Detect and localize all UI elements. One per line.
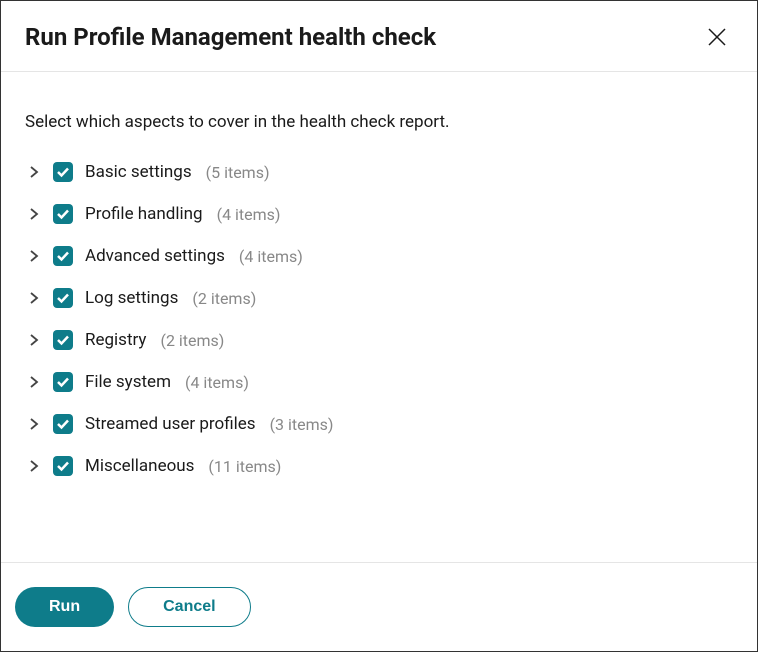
expand-toggle[interactable]: [25, 457, 43, 475]
checkmark-icon: [56, 249, 70, 263]
close-button[interactable]: [701, 21, 733, 53]
checkbox[interactable]: [53, 246, 73, 266]
item-count: (2 items): [160, 331, 224, 350]
list-item: Miscellaneous (11 items): [25, 456, 733, 476]
chevron-right-icon: [29, 417, 39, 431]
list-item: Registry (2 items): [25, 330, 733, 350]
dialog-header: Run Profile Management health check: [1, 1, 757, 72]
expand-toggle[interactable]: [25, 163, 43, 181]
cancel-button[interactable]: Cancel: [128, 587, 250, 627]
item-count: (4 items): [217, 205, 281, 224]
expand-toggle[interactable]: [25, 415, 43, 433]
item-count: (5 items): [206, 163, 270, 182]
dialog-content: Select which aspects to cover in the hea…: [1, 72, 757, 562]
chevron-right-icon: [29, 249, 39, 263]
item-label: File system: [85, 372, 171, 392]
chevron-right-icon: [29, 291, 39, 305]
list-item: Streamed user profiles (3 items): [25, 414, 733, 434]
item-list: Basic settings (5 items) Profile handlin…: [25, 162, 733, 476]
checkbox[interactable]: [53, 372, 73, 392]
checkbox[interactable]: [53, 162, 73, 182]
item-label: Miscellaneous: [85, 456, 194, 476]
list-item: Log settings (2 items): [25, 288, 733, 308]
item-count: (4 items): [239, 247, 303, 266]
item-count: (3 items): [270, 415, 334, 434]
expand-toggle[interactable]: [25, 373, 43, 391]
checkmark-icon: [56, 333, 70, 347]
checkbox[interactable]: [53, 414, 73, 434]
checkbox[interactable]: [53, 330, 73, 350]
expand-toggle[interactable]: [25, 289, 43, 307]
expand-toggle[interactable]: [25, 331, 43, 349]
item-label: Streamed user profiles: [85, 414, 256, 434]
list-item: Profile handling (4 items): [25, 204, 733, 224]
run-button[interactable]: Run: [15, 587, 114, 627]
instruction-text: Select which aspects to cover in the hea…: [25, 112, 733, 132]
chevron-right-icon: [29, 165, 39, 179]
chevron-right-icon: [29, 333, 39, 347]
checkmark-icon: [56, 207, 70, 221]
checkmark-icon: [56, 375, 70, 389]
list-item: File system (4 items): [25, 372, 733, 392]
chevron-right-icon: [29, 207, 39, 221]
checkmark-icon: [56, 459, 70, 473]
checkbox[interactable]: [53, 204, 73, 224]
checkmark-icon: [56, 417, 70, 431]
chevron-right-icon: [29, 375, 39, 389]
chevron-right-icon: [29, 459, 39, 473]
expand-toggle[interactable]: [25, 205, 43, 223]
list-item: Advanced settings (4 items): [25, 246, 733, 266]
expand-toggle[interactable]: [25, 247, 43, 265]
item-count: (2 items): [192, 289, 256, 308]
item-count: (11 items): [208, 457, 281, 476]
close-icon: [705, 25, 729, 49]
checkbox[interactable]: [53, 288, 73, 308]
item-label: Advanced settings: [85, 246, 225, 266]
item-label: Basic settings: [85, 162, 192, 182]
list-item: Basic settings (5 items): [25, 162, 733, 182]
checkbox[interactable]: [53, 456, 73, 476]
checkmark-icon: [56, 165, 70, 179]
checkmark-icon: [56, 291, 70, 305]
dialog-title: Run Profile Management health check: [25, 23, 436, 51]
item-label: Log settings: [85, 288, 178, 308]
item-label: Registry: [85, 330, 146, 350]
item-count: (4 items): [185, 373, 249, 392]
item-label: Profile handling: [85, 204, 203, 224]
dialog-footer: Run Cancel: [1, 562, 757, 651]
